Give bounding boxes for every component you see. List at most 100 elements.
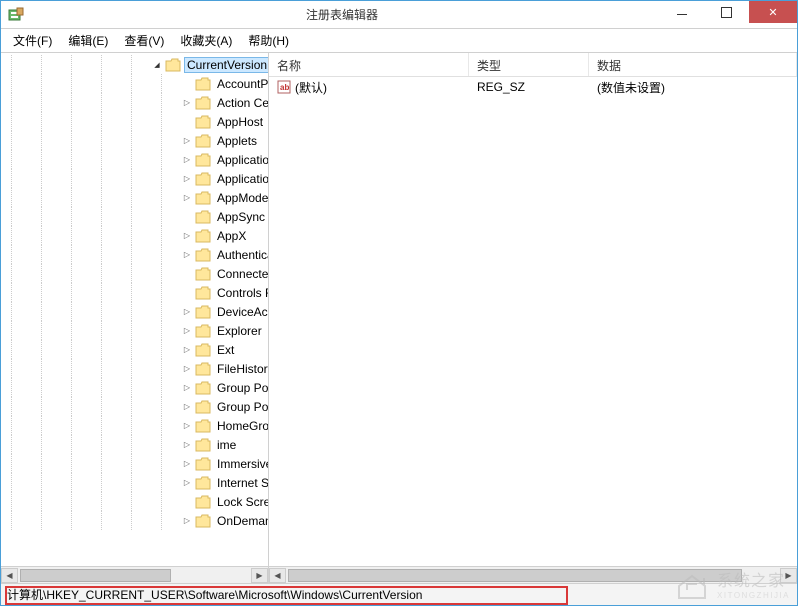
scroll-track[interactable] xyxy=(286,568,780,583)
tree-expander-icon[interactable] xyxy=(181,325,193,337)
tree-item[interactable]: Ext xyxy=(1,340,268,359)
tree-expander-icon[interactable] xyxy=(181,344,193,356)
folder-icon xyxy=(195,191,211,205)
tree-item[interactable]: AppModel xyxy=(1,188,268,207)
content-area: CurrentVersion AccountPictureAction Cent… xyxy=(1,53,797,583)
menu-edit[interactable]: 编辑(E) xyxy=(60,30,116,51)
tree-expander-icon[interactable] xyxy=(181,496,193,508)
tree-expander-icon[interactable] xyxy=(181,78,193,90)
list-header: 名称 类型 数据 xyxy=(269,53,797,77)
cell-type: REG_SZ xyxy=(469,78,589,96)
tree-item[interactable]: ConnectedSea xyxy=(1,264,268,283)
tree-item[interactable]: AppSync xyxy=(1,207,268,226)
tree-item[interactable]: AppX xyxy=(1,226,268,245)
window-controls xyxy=(659,1,797,28)
scroll-thumb[interactable] xyxy=(20,569,171,582)
tree-item[interactable]: ime xyxy=(1,435,268,454)
tree-expander-icon[interactable] xyxy=(181,382,193,394)
scroll-left-button[interactable]: ◀ xyxy=(1,568,18,583)
tree-hscrollbar[interactable]: ◀ ▶ xyxy=(1,566,268,583)
folder-icon xyxy=(195,96,211,110)
tree-item[interactable]: Controls Folde xyxy=(1,283,268,302)
tree-expander-icon[interactable] xyxy=(181,439,193,451)
tree-expander-icon[interactable] xyxy=(181,287,193,299)
folder-icon xyxy=(195,267,211,281)
list-row[interactable]: ab (默认) REG_SZ (数值未设置) xyxy=(269,77,797,97)
tree-expander-icon[interactable] xyxy=(181,192,193,204)
tree-expander-icon[interactable] xyxy=(181,458,193,470)
menu-file[interactable]: 文件(F) xyxy=(5,30,60,51)
scroll-left-button[interactable]: ◀ xyxy=(269,568,286,583)
tree-expander-icon[interactable] xyxy=(181,268,193,280)
tree-expander-icon[interactable] xyxy=(181,515,193,527)
tree-expander-icon[interactable] xyxy=(181,363,193,375)
folder-icon xyxy=(195,115,211,129)
column-header-data[interactable]: 数据 xyxy=(589,53,797,76)
tree-expander-icon[interactable] xyxy=(181,230,193,242)
tree-expander-icon[interactable] xyxy=(181,401,193,413)
tree-item[interactable]: DeviceAccess xyxy=(1,302,268,321)
tree-label: Group Policy xyxy=(214,380,268,396)
tree-item[interactable]: AccountPicture xyxy=(1,74,268,93)
tree-item[interactable]: ApplicationAss xyxy=(1,150,268,169)
statusbar: 计算机\HKEY_CURRENT_USER\Software\Microsoft… xyxy=(1,583,797,605)
scroll-right-button[interactable]: ▶ xyxy=(780,568,797,583)
tree-label: DeviceAccess xyxy=(214,304,268,320)
folder-icon xyxy=(195,248,211,262)
minimize-button[interactable] xyxy=(659,1,704,23)
tree-item[interactable]: Group Policy E xyxy=(1,397,268,416)
tree-scroll[interactable]: CurrentVersion AccountPictureAction Cent… xyxy=(1,53,268,566)
close-button[interactable] xyxy=(749,1,797,23)
tree-item[interactable]: OnDemandInte xyxy=(1,511,268,530)
tree-item[interactable]: Explorer xyxy=(1,321,268,340)
tree-expander-icon[interactable] xyxy=(181,420,193,432)
cell-data: (数值未设置) xyxy=(589,77,797,98)
folder-icon xyxy=(195,476,211,490)
tree-item[interactable]: ImmersiveShel xyxy=(1,454,268,473)
tree-label-currentversion: CurrentVersion xyxy=(184,57,268,73)
list-hscrollbar[interactable]: ◀ ▶ xyxy=(269,566,797,583)
tree-label: AppX xyxy=(214,228,249,244)
tree-item[interactable]: ApplicationVie xyxy=(1,169,268,188)
tree-label: AccountPicture xyxy=(214,76,268,92)
scroll-right-button[interactable]: ▶ xyxy=(251,568,268,583)
list-body[interactable]: ab (默认) REG_SZ (数值未设置) xyxy=(269,77,797,566)
menu-help[interactable]: 帮助(H) xyxy=(240,30,297,51)
scroll-thumb[interactable] xyxy=(288,569,742,582)
tree-expander-icon[interactable] xyxy=(181,477,193,489)
tree-item[interactable]: Applets xyxy=(1,131,268,150)
tree-label: Internet Setting xyxy=(214,475,268,491)
tree-expander-icon[interactable] xyxy=(181,211,193,223)
tree-item[interactable]: AppHost xyxy=(1,112,268,131)
tree-expander-icon[interactable] xyxy=(181,306,193,318)
tree-item[interactable]: Group Policy xyxy=(1,378,268,397)
column-header-name[interactable]: 名称 xyxy=(269,53,469,76)
tree-expander-icon[interactable] xyxy=(181,135,193,147)
tree-item[interactable]: FileHistory xyxy=(1,359,268,378)
tree-item[interactable]: Lock Screen xyxy=(1,492,268,511)
menu-view[interactable]: 查看(V) xyxy=(116,30,172,51)
scroll-track[interactable] xyxy=(18,568,251,583)
tree-item[interactable]: Authentication xyxy=(1,245,268,264)
window-title: 注册表编辑器 xyxy=(25,6,659,23)
tree-expander-icon[interactable] xyxy=(181,173,193,185)
svg-text:ab: ab xyxy=(280,83,289,92)
column-header-type[interactable]: 类型 xyxy=(469,53,589,76)
tree-item[interactable]: Action Center xyxy=(1,93,268,112)
maximize-button[interactable] xyxy=(704,1,749,23)
tree-label: AppHost xyxy=(214,114,266,130)
tree-expander-icon[interactable] xyxy=(181,154,193,166)
tree-expander-icon[interactable] xyxy=(181,249,193,261)
tree-label: Applets xyxy=(214,133,260,149)
tree-label: Authentication xyxy=(214,247,268,263)
menu-favorites[interactable]: 收藏夹(A) xyxy=(172,30,240,51)
tree-expander-open-icon[interactable] xyxy=(151,59,163,71)
tree-item-selected[interactable]: CurrentVersion xyxy=(1,55,268,74)
tree-item[interactable]: HomeGroup xyxy=(1,416,268,435)
tree-expander-icon[interactable] xyxy=(181,116,193,128)
folder-icon xyxy=(195,362,211,376)
tree-expander-icon[interactable] xyxy=(181,97,193,109)
tree-item[interactable]: Internet Setting xyxy=(1,473,268,492)
folder-icon xyxy=(195,419,211,433)
folder-icon xyxy=(195,210,211,224)
